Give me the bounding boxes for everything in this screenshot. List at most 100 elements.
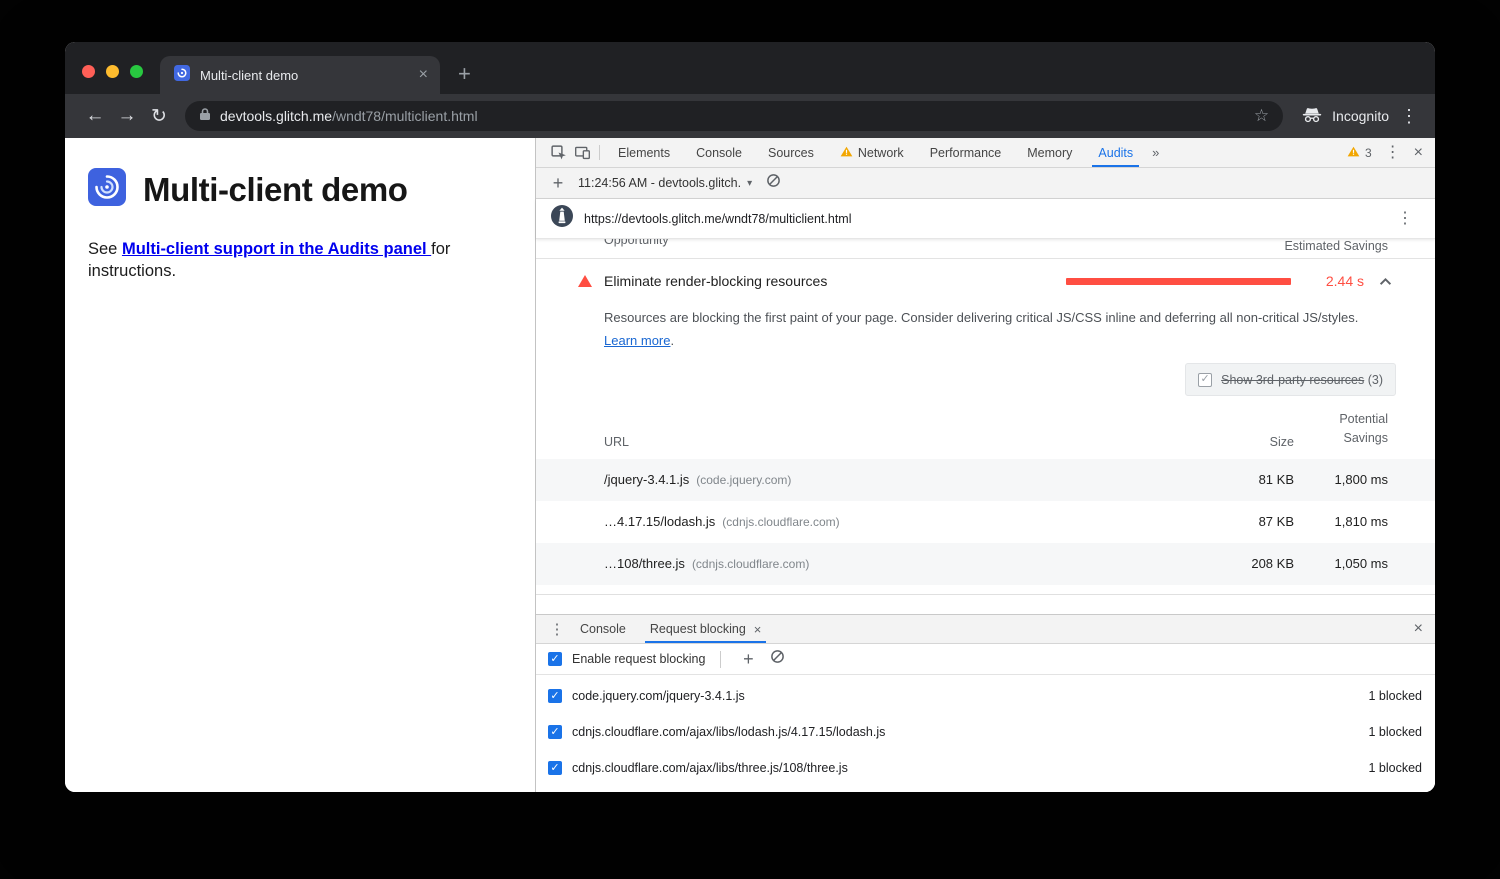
resource-host: (code.jquery.com) bbox=[696, 473, 791, 487]
tab-label: Console bbox=[696, 146, 742, 160]
show-3rd-party-checkbox[interactable]: ✓ bbox=[1198, 373, 1212, 387]
drawer-tab-request-blocking[interactable]: Request blocking × bbox=[638, 615, 774, 643]
blocked-patterns-list: ✓ code.jquery.com/jquery-3.4.1.js 1 bloc… bbox=[536, 675, 1435, 786]
col-potential-savings: PotentialSavings bbox=[1294, 410, 1388, 449]
window-content: Multi-client demo See Multi-client suppo… bbox=[65, 138, 1435, 792]
zoom-window-button[interactable] bbox=[130, 65, 143, 78]
opportunity-title: Eliminate render-blocking resources bbox=[604, 273, 1066, 289]
table-row: …4.17.15/lodash.js(cdnjs.cloudflare.com)… bbox=[536, 501, 1435, 543]
tab-console[interactable]: Console bbox=[683, 138, 755, 167]
audit-report-menu-icon[interactable]: ⋮ bbox=[1397, 211, 1413, 227]
col-url: URL bbox=[604, 435, 1204, 449]
pattern-checkbox[interactable]: ✓ bbox=[548, 689, 562, 703]
savings-bar bbox=[1066, 278, 1291, 285]
browser-tab[interactable]: Multi-client demo × bbox=[160, 56, 440, 94]
page-logo-icon bbox=[88, 168, 126, 211]
devtools-panel: Elements Console Sources Network Perform… bbox=[535, 138, 1435, 792]
incognito-badge: Incognito bbox=[1301, 105, 1389, 127]
col-size: Size bbox=[1204, 435, 1294, 449]
minimize-window-button[interactable] bbox=[106, 65, 119, 78]
tab-network[interactable]: Network bbox=[827, 138, 917, 167]
audits-panel-link[interactable]: Multi-client support in the Audits panel bbox=[122, 240, 431, 258]
clear-audits-icon[interactable] bbox=[766, 173, 781, 193]
add-pattern-button[interactable]: + bbox=[736, 649, 760, 670]
warning-icon bbox=[1347, 146, 1360, 160]
resource-host: (cdnjs.cloudflare.com) bbox=[692, 557, 809, 571]
tab-close-icon[interactable]: × bbox=[419, 67, 428, 83]
list-item[interactable]: ✓ code.jquery.com/jquery-3.4.1.js 1 bloc… bbox=[536, 678, 1435, 714]
url-text: devtools.glitch.me/wndt78/multiclient.ht… bbox=[220, 108, 1245, 124]
drawer-menu-icon[interactable]: ⋮ bbox=[546, 615, 568, 643]
audit-session-select[interactable]: 11:24:56 AM - devtools.glitch. bbox=[578, 176, 741, 190]
tab-sources[interactable]: Sources bbox=[755, 138, 827, 167]
tab-performance[interactable]: Performance bbox=[917, 138, 1015, 167]
devtools-close-icon[interactable]: × bbox=[1414, 145, 1423, 161]
forward-button[interactable]: → bbox=[111, 105, 143, 127]
close-window-button[interactable] bbox=[82, 65, 95, 78]
opportunity-description: Resources are blocking the first paint o… bbox=[536, 303, 1435, 352]
resource-size: 81 KB bbox=[1204, 472, 1294, 487]
enable-request-blocking-checkbox[interactable]: ✓ bbox=[548, 652, 562, 666]
blocked-count: 1 blocked bbox=[1368, 725, 1422, 739]
warning-count-badge[interactable]: 3 bbox=[1347, 146, 1372, 160]
new-audit-button[interactable]: + bbox=[546, 173, 570, 194]
collapse-chevron-icon[interactable] bbox=[1379, 277, 1392, 286]
drawer-close-icon[interactable]: × bbox=[1414, 621, 1423, 637]
page-title: Multi-client demo bbox=[143, 171, 408, 209]
list-item[interactable]: ✓ cdnjs.cloudflare.com/ajax/libs/lodash.… bbox=[536, 714, 1435, 750]
col-savings-line1: Potential bbox=[1294, 410, 1388, 429]
opportunity-row[interactable]: Eliminate render-blocking resources 2.44… bbox=[536, 259, 1435, 303]
audit-report-url: https://devtools.glitch.me/wndt78/multic… bbox=[584, 212, 1387, 226]
audits-toolbar: + 11:24:56 AM - devtools.glitch. ▾ bbox=[536, 168, 1435, 199]
third-party-filter[interactable]: ✓ Show 3rd-party resources (3) bbox=[1185, 363, 1396, 396]
pattern-checkbox[interactable]: ✓ bbox=[548, 725, 562, 739]
pattern-text: code.jquery.com/jquery-3.4.1.js bbox=[572, 689, 745, 703]
browser-menu-icon[interactable]: ⋮ bbox=[1397, 106, 1421, 127]
drawer-tabbar: ⋮ Console Request blocking × × bbox=[536, 615, 1435, 644]
remove-all-patterns-icon[interactable] bbox=[770, 649, 785, 669]
blocked-count: 1 blocked bbox=[1368, 761, 1422, 775]
inspect-element-icon[interactable] bbox=[546, 138, 570, 167]
devtools-tabbar-right: 3 ⋮ × bbox=[1347, 138, 1425, 167]
resource-url: …108/three.js(cdnjs.cloudflare.com) bbox=[604, 556, 1204, 571]
page-header: Multi-client demo bbox=[88, 168, 512, 211]
tab-label: Memory bbox=[1027, 146, 1072, 160]
tab-memory[interactable]: Memory bbox=[1014, 138, 1085, 167]
estimated-savings-header: Estimated Savings bbox=[1284, 239, 1388, 254]
resource-size: 87 KB bbox=[1204, 514, 1294, 529]
pattern-checkbox[interactable]: ✓ bbox=[548, 761, 562, 775]
tab-elements[interactable]: Elements bbox=[605, 138, 683, 167]
resources-table: URL Size PotentialSavings /jquery-3.4.1.… bbox=[536, 410, 1435, 595]
browser-window: Multi-client demo × + ← → ↻ devtools.gli… bbox=[65, 42, 1435, 792]
new-tab-button[interactable]: + bbox=[458, 63, 471, 85]
pattern-text: cdnjs.cloudflare.com/ajax/libs/three.js/… bbox=[572, 761, 848, 775]
page-intro: See Multi-client support in the Audits p… bbox=[88, 239, 512, 283]
drawer-tab-close-icon[interactable]: × bbox=[754, 623, 762, 636]
description-text: Resources are blocking the first paint o… bbox=[604, 310, 1358, 325]
reload-button[interactable]: ↻ bbox=[143, 105, 175, 128]
pattern-text: cdnjs.cloudflare.com/ajax/libs/lodash.js… bbox=[572, 725, 885, 739]
devtools-menu-icon[interactable]: ⋮ bbox=[1385, 145, 1401, 161]
failed-audit-icon bbox=[578, 275, 592, 287]
device-toolbar-icon[interactable] bbox=[570, 138, 594, 167]
back-button[interactable]: ← bbox=[79, 105, 111, 127]
list-item[interactable]: ✓ cdnjs.cloudflare.com/ajax/libs/three.j… bbox=[536, 750, 1435, 786]
bookmark-star-icon[interactable]: ☆ bbox=[1254, 106, 1269, 126]
lighthouse-icon bbox=[550, 204, 574, 233]
toolbar-divider bbox=[720, 651, 721, 668]
resource-savings: 1,050 ms bbox=[1294, 554, 1388, 574]
learn-more-link[interactable]: Learn more bbox=[604, 333, 670, 348]
resource-url: /jquery-3.4.1.js(code.jquery.com) bbox=[604, 472, 1204, 487]
more-tabs-button[interactable]: » bbox=[1146, 138, 1165, 167]
address-bar[interactable]: devtools.glitch.me/wndt78/multiclient.ht… bbox=[185, 101, 1283, 131]
traffic-lights bbox=[82, 65, 143, 78]
intro-prefix: See bbox=[88, 240, 122, 258]
devtools-tabbar: Elements Console Sources Network Perform… bbox=[536, 138, 1435, 168]
table-header: URL Size PotentialSavings bbox=[536, 410, 1435, 459]
tab-audits[interactable]: Audits bbox=[1085, 138, 1146, 167]
tab-label: Request blocking bbox=[650, 622, 746, 636]
drawer-tab-console[interactable]: Console bbox=[568, 615, 638, 643]
tab-label: Network bbox=[858, 146, 904, 160]
resource-savings: 1,800 ms bbox=[1294, 470, 1388, 490]
resource-url: …4.17.15/lodash.js(cdnjs.cloudflare.com) bbox=[604, 514, 1204, 529]
